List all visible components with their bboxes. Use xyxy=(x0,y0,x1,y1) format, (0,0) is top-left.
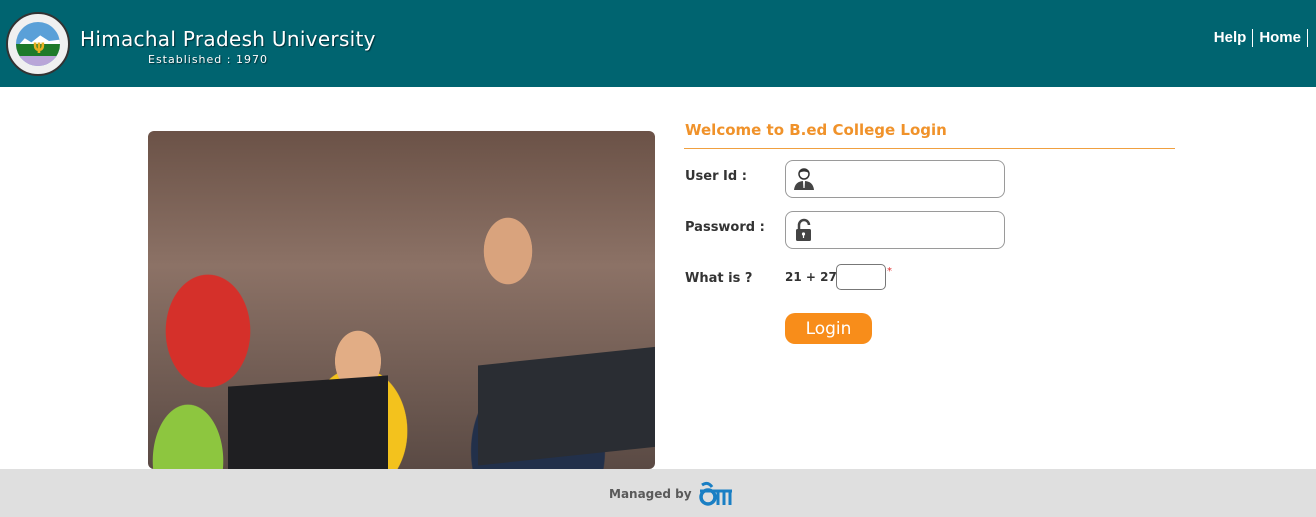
cdac-logo-icon xyxy=(698,481,734,507)
site-title: Himachal Pradesh University xyxy=(80,27,376,51)
laptop-shape xyxy=(228,375,388,469)
captcha-label: What is ? xyxy=(685,271,753,286)
password-field[interactable] xyxy=(785,211,1005,249)
login-button[interactable]: Login xyxy=(785,313,872,344)
captcha-question: 21 + 27 xyxy=(785,270,837,284)
nav-home-link[interactable]: Home xyxy=(1253,29,1308,47)
title-divider xyxy=(684,148,1175,149)
user-id-label: User Id : xyxy=(685,169,747,184)
university-emblem-icon: Ψ xyxy=(6,12,70,76)
header: Ψ Himachal Pradesh University Establishe… xyxy=(0,0,1316,87)
password-label: Password : xyxy=(685,220,765,235)
established-subtitle: Established : 1970 xyxy=(148,53,268,66)
user-icon xyxy=(792,167,816,191)
required-mark: * xyxy=(887,266,892,277)
students-photo xyxy=(148,131,655,469)
captcha-field[interactable] xyxy=(836,264,886,290)
user-id-field[interactable] xyxy=(785,160,1005,198)
top-nav: Help Home xyxy=(1208,29,1308,47)
password-input[interactable] xyxy=(822,216,998,244)
user-id-input[interactable] xyxy=(822,165,998,193)
laptop-shape xyxy=(478,346,655,466)
managed-by-text: Managed by xyxy=(609,487,692,501)
nav-help-link[interactable]: Help xyxy=(1208,29,1254,47)
captcha-input[interactable] xyxy=(837,265,885,289)
login-title: Welcome to B.ed College Login xyxy=(685,121,947,139)
lock-icon xyxy=(792,218,816,242)
